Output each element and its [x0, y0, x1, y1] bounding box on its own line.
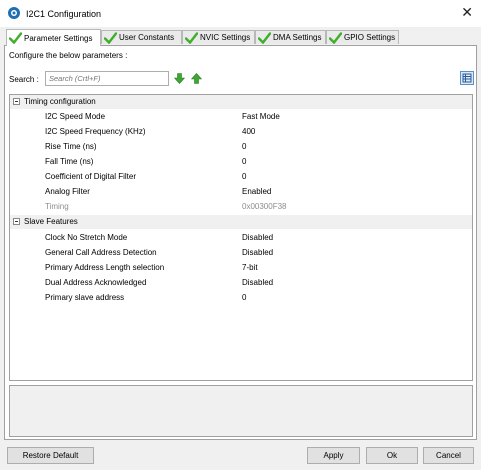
param-name: General Call Address Detection: [45, 248, 157, 257]
param-value[interactable]: 0: [242, 293, 246, 302]
row-primary-slave-address[interactable]: Primary slave address 0: [10, 290, 472, 305]
param-value: 0x00300F38: [242, 202, 287, 211]
window-title: I2C1 Configuration: [26, 9, 102, 19]
app-logo-icon: [8, 7, 20, 19]
param-name: Coefficient of Digital Filter: [45, 172, 136, 181]
tab-parameter-settings[interactable]: Parameter Settings: [6, 29, 101, 46]
param-name: Clock No Stretch Mode: [45, 233, 128, 242]
group-label: Slave Features: [24, 217, 78, 226]
param-name: Dual Address Acknowledged: [45, 278, 147, 287]
tab-gpio-settings[interactable]: GPIO Settings: [326, 30, 399, 44]
tab-label: GPIO Settings: [344, 33, 396, 42]
search-label: Search :: [9, 75, 39, 84]
group-timing-configuration: Timing configuration: [10, 95, 472, 109]
restore-default-button[interactable]: Restore Default: [7, 447, 94, 464]
param-name: Primary Address Length selection: [45, 263, 165, 272]
check-icon: [104, 31, 117, 44]
param-value[interactable]: 0: [242, 142, 246, 151]
ok-button[interactable]: Ok: [366, 447, 418, 464]
list-view-button[interactable]: [460, 71, 474, 85]
collapse-toggle-icon[interactable]: [13, 98, 20, 105]
param-name: Timing: [45, 202, 69, 211]
param-value[interactable]: 400: [242, 127, 255, 136]
configure-instructions: Configure the below parameters :: [9, 51, 128, 60]
param-value[interactable]: 0: [242, 172, 246, 181]
tab-user-constants[interactable]: User Constants: [101, 30, 182, 44]
dialog-body: Parameter Settings User Constants NVIC S…: [0, 27, 481, 470]
parameter-settings-panel: Configure the below parameters : Search …: [4, 45, 477, 440]
param-name: I2C Speed Mode: [45, 112, 106, 121]
arrow-down-icon[interactable]: [174, 73, 185, 84]
row-primary-address-length[interactable]: Primary Address Length selection 7-bit: [10, 260, 472, 275]
tab-label: NVIC Settings: [200, 33, 251, 42]
check-icon: [258, 31, 271, 44]
tab-label: User Constants: [119, 33, 175, 42]
cancel-button[interactable]: Cancel: [423, 447, 474, 464]
param-value[interactable]: 0: [242, 157, 246, 166]
search-input[interactable]: [45, 71, 169, 86]
row-analog-filter[interactable]: Analog Filter Enabled: [10, 184, 472, 199]
check-icon: [329, 31, 342, 44]
check-icon: [9, 32, 22, 44]
description-panel: [9, 385, 473, 437]
param-value[interactable]: Fast Mode: [242, 112, 280, 121]
tab-nvic-settings[interactable]: NVIC Settings: [182, 30, 255, 44]
parameter-grid: Timing configuration I2C Speed Mode Fast…: [9, 94, 473, 381]
row-timing: Timing 0x00300F38: [10, 199, 472, 214]
collapse-toggle-icon[interactable]: [13, 218, 20, 225]
param-name: Analog Filter: [45, 187, 90, 196]
tab-dma-settings[interactable]: DMA Settings: [255, 30, 326, 44]
row-dual-address-acknowledged[interactable]: Dual Address Acknowledged Disabled: [10, 275, 472, 290]
arrow-up-icon[interactable]: [191, 73, 202, 84]
group-slave-features: Slave Features: [10, 215, 472, 229]
row-coefficient-digital-filter[interactable]: Coefficient of Digital Filter 0: [10, 169, 472, 184]
row-fall-time[interactable]: Fall Time (ns) 0: [10, 154, 472, 169]
param-name: Rise Time (ns): [45, 142, 97, 151]
tab-label: DMA Settings: [273, 33, 322, 42]
param-name: Fall Time (ns): [45, 157, 94, 166]
param-name: I2C Speed Frequency (KHz): [45, 127, 146, 136]
close-icon[interactable]: ✕: [461, 5, 473, 19]
list-view-icon: [462, 73, 472, 83]
row-general-call-address-detection[interactable]: General Call Address Detection Disabled: [10, 245, 472, 260]
row-rise-time[interactable]: Rise Time (ns) 0: [10, 139, 472, 154]
param-value[interactable]: Enabled: [242, 187, 271, 196]
param-value[interactable]: Disabled: [242, 248, 273, 257]
param-name: Primary slave address: [45, 293, 125, 302]
row-clock-no-stretch-mode[interactable]: Clock No Stretch Mode Disabled: [10, 230, 472, 245]
check-icon: [185, 31, 198, 44]
group-label: Timing configuration: [24, 97, 96, 106]
row-i2c-speed-frequency[interactable]: I2C Speed Frequency (KHz) 400: [10, 124, 472, 139]
tab-strip: Parameter Settings User Constants NVIC S…: [6, 29, 476, 46]
tab-label: Parameter Settings: [24, 33, 93, 43]
apply-button[interactable]: Apply: [307, 447, 360, 464]
param-value[interactable]: 7-bit: [242, 263, 258, 272]
param-value[interactable]: Disabled: [242, 233, 273, 242]
row-i2c-speed-mode[interactable]: I2C Speed Mode Fast Mode: [10, 109, 472, 124]
param-value[interactable]: Disabled: [242, 278, 273, 287]
title-bar: I2C1 Configuration ✕: [0, 0, 481, 28]
